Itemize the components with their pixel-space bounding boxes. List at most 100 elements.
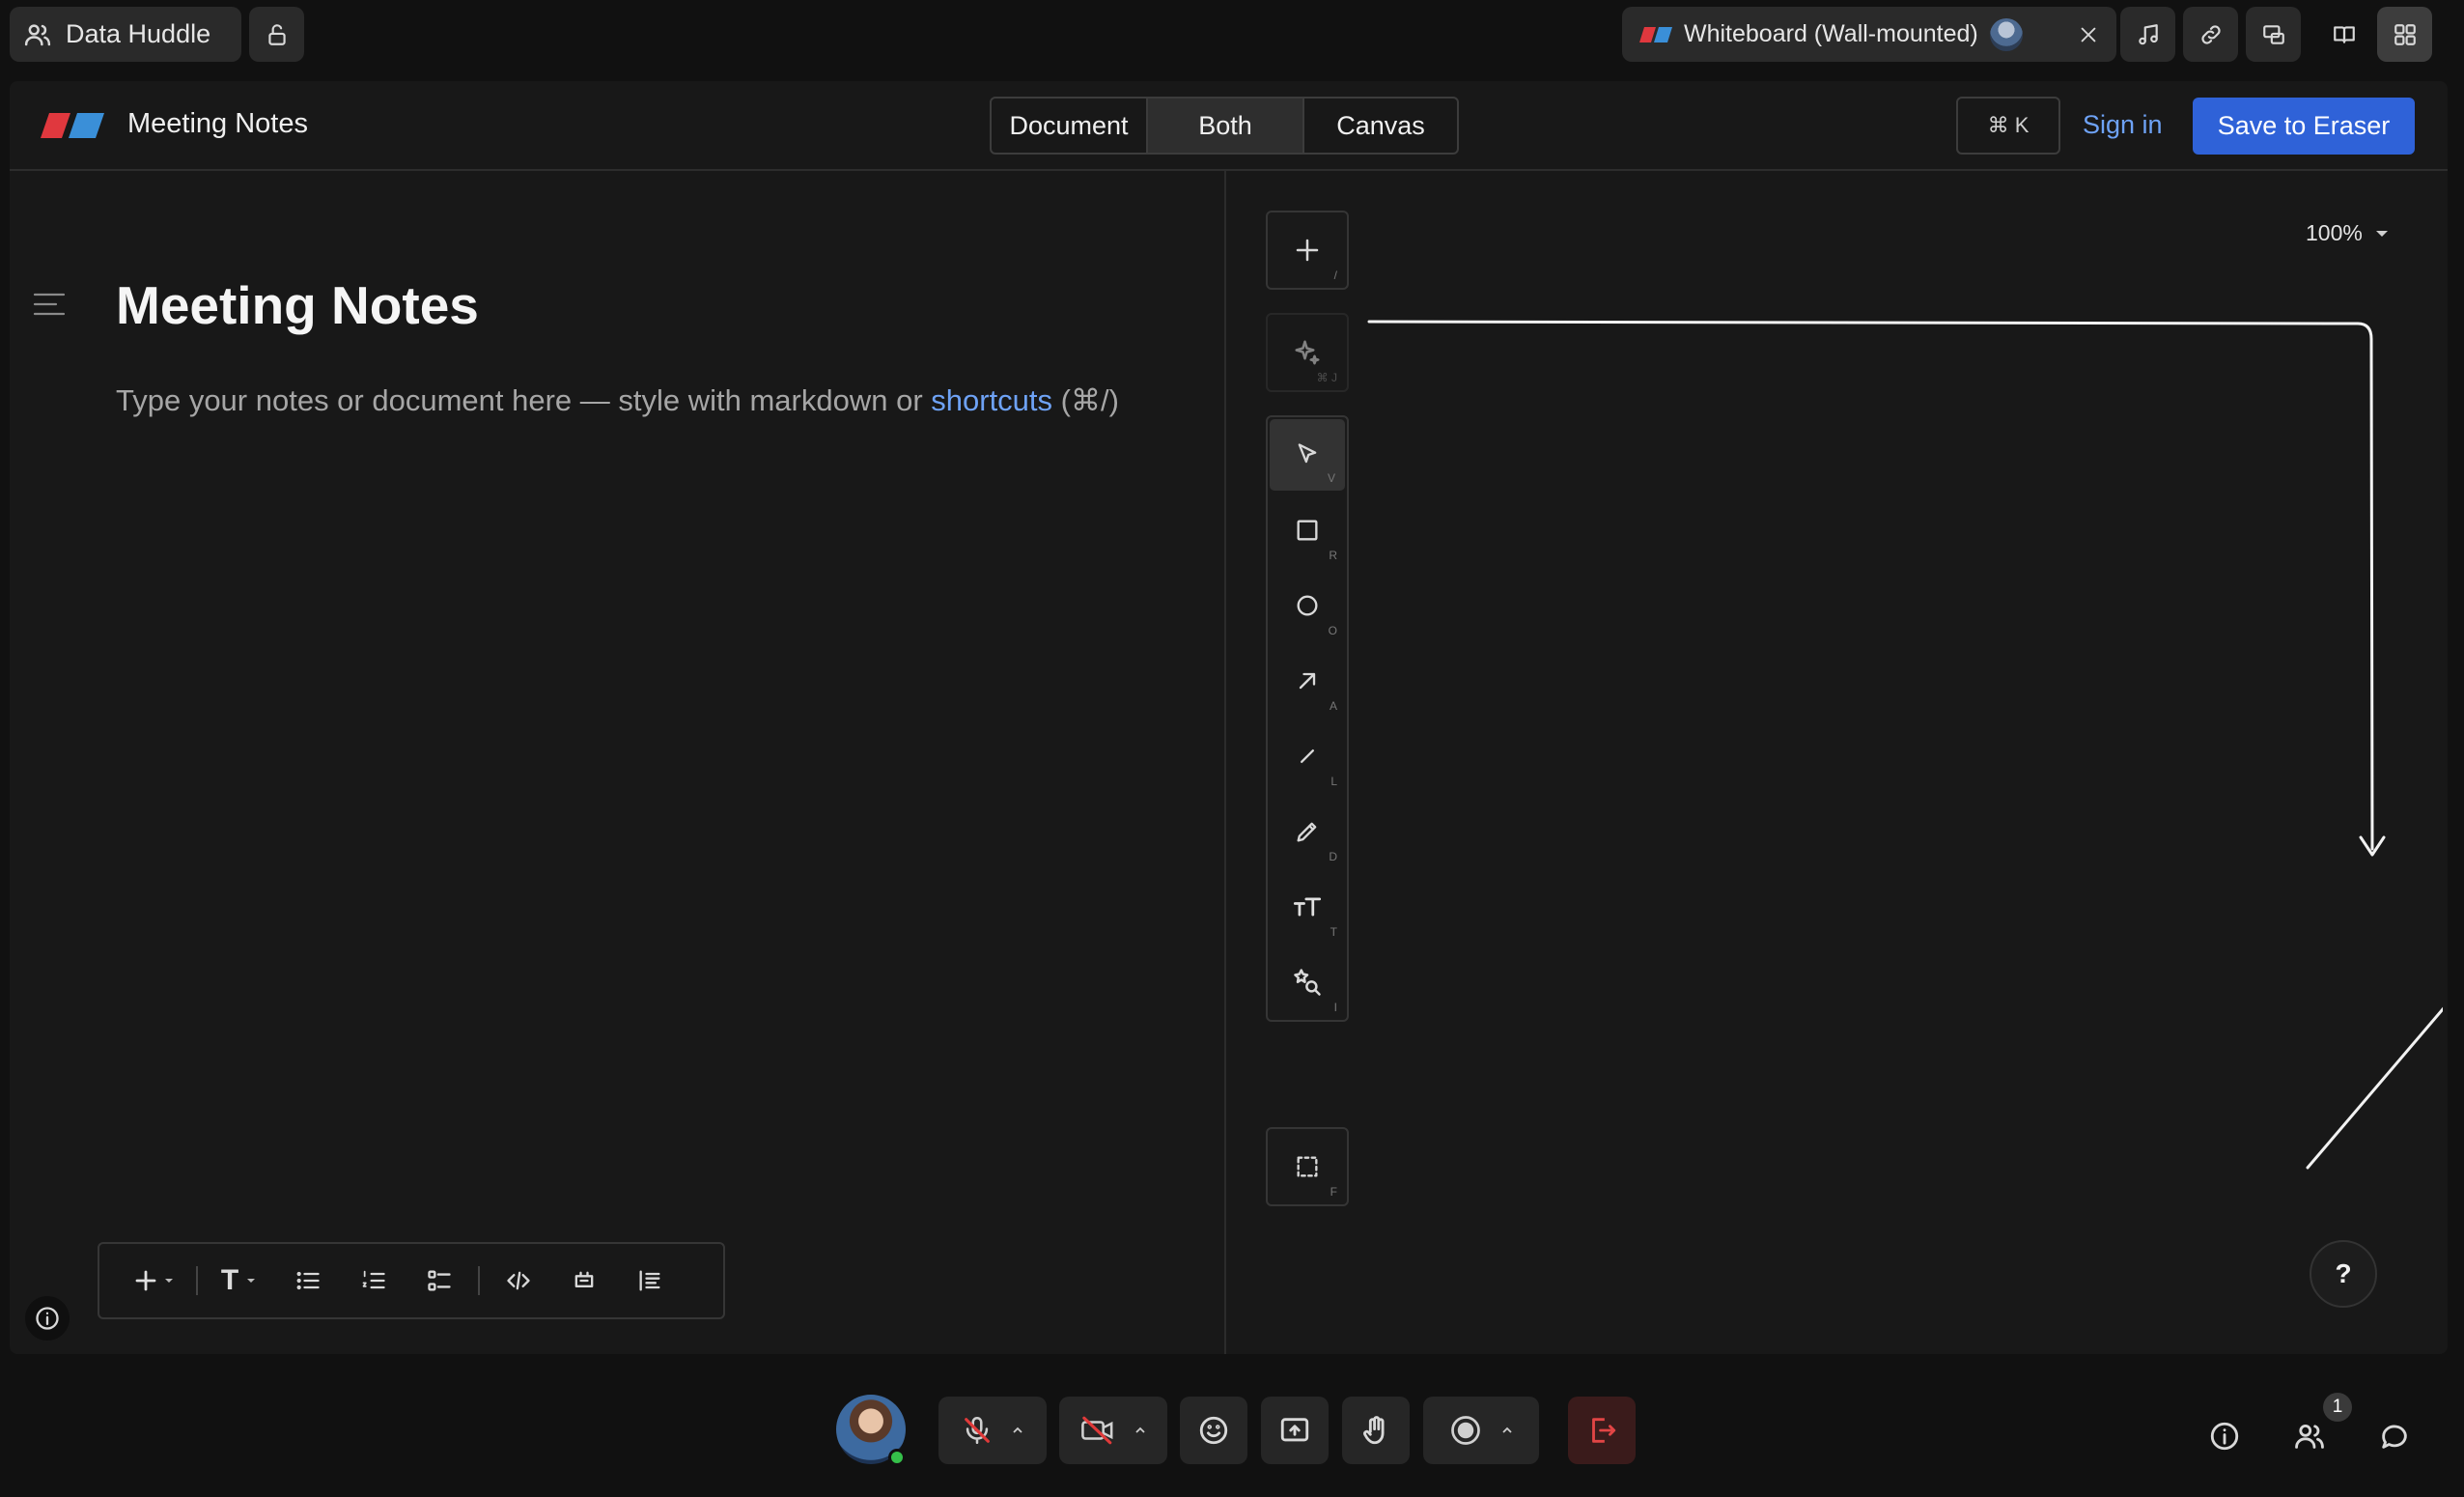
view-mode-switch: Document Both Canvas [990,97,1459,155]
document-heading[interactable]: Meeting Notes [116,274,479,336]
image-search-tool-button[interactable]: I [1268,945,1347,1020]
people-icon [2295,1424,2324,1449]
link-button[interactable] [2183,7,2238,62]
canvas-drawing[interactable] [1226,171,2443,1175]
lock-button[interactable] [249,7,304,62]
numbered-list-button[interactable] [341,1252,406,1310]
online-status-dot [888,1449,906,1466]
tool-key: / [1333,268,1337,282]
leave-call-button[interactable] [1568,1397,1636,1464]
shortcuts-link[interactable]: shortcuts [931,383,1052,417]
chevron-up-icon[interactable] [1011,1426,1024,1435]
document-title[interactable]: Meeting Notes [127,108,308,140]
whiteboard-owner-avatar [1989,17,2023,51]
bullet-list-button[interactable] [275,1252,341,1310]
checklist-button[interactable] [406,1252,472,1310]
eraser-logo-icon [41,113,104,138]
caret-down-icon [2375,230,2388,237]
meeting-top-bar: Data Huddle Whiteboard (Wall-mounted) [0,0,2464,70]
text-style-button[interactable]: T [204,1252,275,1310]
drawing-tools-group: V R O A L D T I [1266,415,1349,1022]
diagonal-line-shape [2306,1006,2443,1170]
zoom-dropdown[interactable]: 100% [2306,220,2392,246]
pencil-icon [1297,822,1317,842]
placeholder-text: Type your notes or document here — style… [116,383,932,417]
outline-icon[interactable] [33,292,66,317]
info-button[interactable] [25,1296,70,1341]
command-palette-button[interactable]: ⌘ K [1956,97,2060,155]
music-icon [2138,23,2158,44]
rectangle-tool-button[interactable]: R [1268,493,1347,568]
link-icon [2200,24,2221,44]
text-style-icon: T [220,1264,239,1296]
code-icon [507,1271,530,1290]
hand-icon [1363,1416,1385,1445]
unlock-icon [267,23,286,45]
music-button[interactable] [2120,7,2175,62]
reactions-button[interactable] [1180,1397,1247,1464]
line-icon [1301,749,1314,763]
save-to-eraser-button[interactable]: Save to Eraser [2193,98,2415,155]
eraser-logo-icon [1639,26,1672,42]
frame-tool-group: F [1266,1127,1349,1206]
tool-key: T [1330,925,1337,939]
shapes-search-icon [1294,969,1321,996]
plus-icon [1296,239,1319,262]
help-button[interactable]: ? [2310,1240,2377,1308]
frame-icon [1297,1156,1318,1177]
ai-tool-button[interactable]: ⌘ J [1268,315,1347,390]
camera-off-icon [1081,1416,1113,1445]
meeting-info-button[interactable] [2200,1412,2249,1460]
chat-button[interactable] [2370,1412,2419,1460]
view-canvas-button[interactable]: Canvas [1304,99,1457,153]
mic-off-icon [965,1416,990,1445]
eraser-app: Meeting Notes Document Both Canvas ⌘ K S… [10,81,2448,1354]
screen-switch-button[interactable] [2246,7,2301,62]
callout-button[interactable] [551,1252,617,1310]
participants-button[interactable] [2285,1412,2334,1460]
app-header: Meeting Notes Document Both Canvas ⌘ K S… [10,81,2448,171]
whiteboard-label: Whiteboard (Wall-mounted) [1684,20,1978,47]
code-button[interactable] [486,1252,551,1310]
close-icon[interactable] [2078,24,2099,45]
info-icon [36,1307,59,1330]
chevron-up-icon[interactable] [1500,1426,1514,1435]
text-tool-button[interactable]: T [1268,869,1347,945]
tool-key: ⌘ J [1316,371,1337,384]
circle-icon [1297,595,1318,616]
toolbar-divider [478,1266,480,1295]
plus-dropdown-icon [135,1270,173,1291]
chevron-up-icon[interactable] [1134,1426,1147,1435]
layout-split-button[interactable] [2316,7,2371,62]
tool-key: I [1333,1001,1337,1014]
view-document-button[interactable]: Document [992,99,1148,153]
add-tool-button[interactable]: / [1268,212,1347,288]
arrow-icon [1299,672,1316,690]
select-tool-button[interactable]: V [1270,419,1345,491]
checklist-icon [428,1270,451,1291]
share-screen-button[interactable] [1261,1397,1329,1464]
tool-key: V [1327,471,1335,485]
bullet-list-icon [296,1271,320,1290]
callout-icon [574,1271,594,1287]
frame-tool-button[interactable]: F [1268,1129,1347,1204]
raise-hand-button[interactable] [1342,1397,1410,1464]
pen-tool-button[interactable]: D [1268,794,1347,869]
blockquote-button[interactable] [617,1252,683,1310]
camera-button[interactable] [1059,1397,1167,1464]
record-button[interactable] [1423,1397,1539,1464]
view-both-button[interactable]: Both [1148,99,1304,153]
document-placeholder[interactable]: Type your notes or document here — style… [116,377,1139,425]
insert-block-button[interactable] [119,1252,190,1310]
call-title-button[interactable]: Data Huddle [10,7,241,62]
tool-key: R [1329,549,1337,562]
arrow-tool-button[interactable]: A [1268,643,1347,719]
layout-grid-button[interactable] [2377,7,2432,62]
placeholder-shortcut: (⌘/) [1052,383,1119,417]
ellipse-tool-button[interactable]: O [1268,568,1347,643]
blockquote-icon [639,1270,660,1291]
whiteboard-app-pill[interactable]: Whiteboard (Wall-mounted) [1622,7,2116,62]
sign-in-link[interactable]: Sign in [2083,110,2163,140]
line-tool-button[interactable]: L [1268,719,1347,794]
microphone-button[interactable] [938,1397,1047,1464]
